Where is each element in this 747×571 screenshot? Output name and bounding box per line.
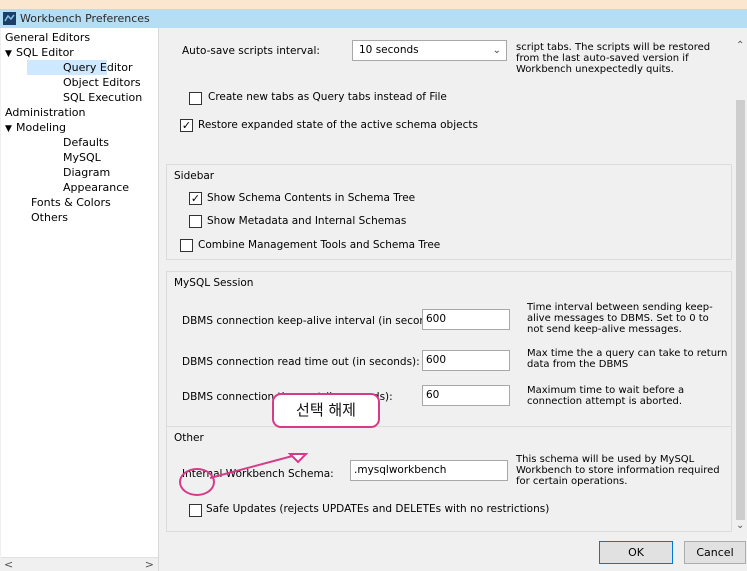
show-schema-contents-checkbox[interactable]: [189, 192, 202, 205]
callout-highlight-ring: [179, 468, 215, 496]
read-timeout-note: Max time the a query can take to return …: [527, 348, 728, 370]
restore-state-checkbox[interactable]: [180, 119, 193, 132]
cancel-button[interactable]: Cancel: [684, 541, 746, 564]
chevron-down-icon: ⌄: [492, 45, 501, 56]
create-query-tabs-label: Create new tabs as Query tabs instead of…: [208, 91, 447, 103]
read-timeout-input[interactable]: 600: [422, 350, 510, 371]
show-metadata-checkbox[interactable]: [189, 215, 202, 228]
scroll-up-icon[interactable]: ⌃: [736, 40, 744, 51]
read-timeout-label: DBMS connection read time out (in second…: [182, 356, 420, 368]
safe-updates-label: Safe Updates (rejects UPDATEs and DELETE…: [206, 503, 550, 515]
group-title: Sidebar: [174, 170, 215, 182]
safe-updates-checkbox[interactable]: [189, 504, 202, 517]
autosave-interval-select[interactable]: 10 seconds ⌄: [352, 40, 507, 61]
title-bar: Workbench Preferences: [0, 9, 747, 28]
combine-tools-label: Combine Management Tools and Schema Tree: [198, 239, 441, 251]
content-vertical-scrollbar[interactable]: ⌃ ⌄: [734, 28, 747, 533]
autosave-value: 10 seconds: [359, 44, 419, 56]
keepalive-input[interactable]: 600: [422, 309, 510, 330]
create-query-tabs-checkbox[interactable]: [189, 92, 202, 105]
internal-schema-input[interactable]: .mysqlworkbench: [350, 460, 508, 481]
preferences-window: General Editors ▼ SQL Editor Query Editor…: [0, 28, 747, 571]
group-title: Other: [174, 432, 204, 444]
show-metadata-label: Show Metadata and Internal Schemas: [207, 215, 407, 227]
combine-tools-checkbox[interactable]: [180, 239, 193, 252]
callout-label: 선택 해제: [272, 393, 380, 428]
restore-state-label: Restore expanded state of the active sch…: [198, 119, 478, 131]
keepalive-label: DBMS connection keep-alive interval (in …: [182, 315, 446, 327]
conn-timeout-input[interactable]: 60: [422, 385, 510, 406]
internal-schema-note: This schema will be used by MySQL Workbe…: [516, 454, 720, 487]
scroll-down-icon[interactable]: ⌄: [736, 520, 744, 531]
autosave-note: script tabs. The scripts will be restore…: [516, 42, 711, 75]
ok-button[interactable]: OK: [599, 541, 673, 564]
conn-timeout-note: Maximum time to wait before a connection…: [527, 385, 685, 407]
workbench-app-icon: [3, 12, 16, 25]
show-schema-contents-label: Show Schema Contents in Schema Tree: [207, 192, 416, 204]
autosave-label: Auto-save scripts interval:: [182, 45, 320, 57]
keepalive-note: Time interval between sending keep-alive…: [527, 302, 713, 335]
group-title: MySQL Session: [174, 277, 254, 289]
preferences-content: Auto-save scripts interval: 10 seconds ⌄…: [0, 28, 747, 571]
window-title: Workbench Preferences: [20, 12, 150, 25]
scrollbar-thumb[interactable]: [736, 100, 745, 520]
